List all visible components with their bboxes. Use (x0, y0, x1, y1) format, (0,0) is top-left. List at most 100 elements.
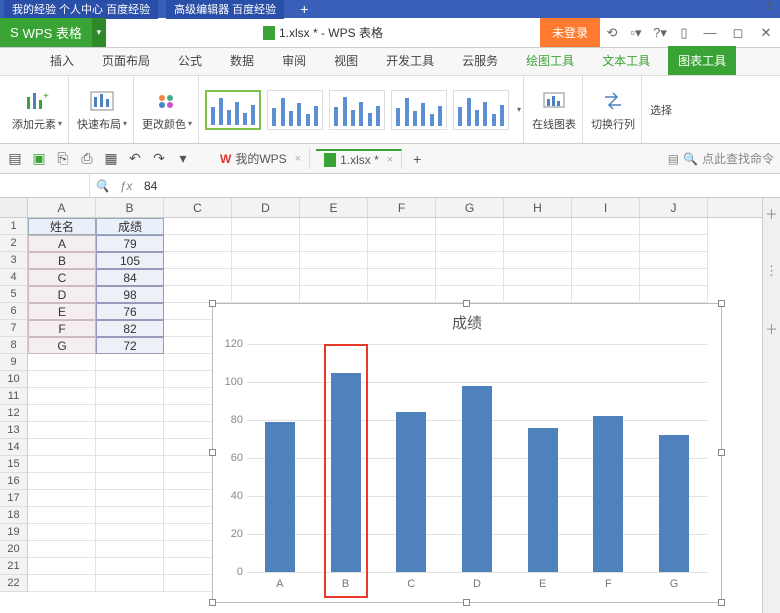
row-header[interactable]: 9 (0, 354, 28, 371)
cell[interactable] (28, 473, 96, 490)
search-icon[interactable]: 🔍 (683, 152, 698, 166)
row-header[interactable]: 20 (0, 541, 28, 558)
row-header[interactable]: 8 (0, 337, 28, 354)
ribbon-tab[interactable]: 云服务 (452, 46, 508, 75)
cell[interactable] (28, 371, 96, 388)
redo-icon[interactable]: ↷ (150, 150, 168, 167)
cell[interactable] (28, 524, 96, 541)
new-tab-button[interactable]: + (408, 151, 426, 167)
cell[interactable] (436, 235, 504, 252)
row-header[interactable]: 11 (0, 388, 28, 405)
cell[interactable] (96, 422, 164, 439)
cell[interactable]: C (28, 269, 96, 286)
undo-icon[interactable]: ↶ (126, 150, 144, 167)
cell[interactable] (164, 218, 232, 235)
cell[interactable] (96, 371, 164, 388)
cell[interactable]: 76 (96, 303, 164, 320)
cell[interactable] (28, 490, 96, 507)
maximize-button[interactable]: ◻ (724, 25, 752, 41)
column-header[interactable]: E (300, 198, 368, 217)
row-header[interactable]: 16 (0, 473, 28, 490)
cell[interactable]: 82 (96, 320, 164, 337)
row-header[interactable]: 15 (0, 456, 28, 473)
row-header[interactable]: 12 (0, 405, 28, 422)
column-header[interactable]: J (640, 198, 708, 217)
close-icon[interactable]: × (295, 153, 301, 165)
fx-label[interactable]: ƒx (114, 179, 138, 193)
column-header[interactable]: G (436, 198, 504, 217)
ribbon-tab[interactable]: 页面布局 (92, 46, 160, 75)
cell[interactable] (28, 354, 96, 371)
row-header[interactable]: 18 (0, 507, 28, 524)
cell[interactable] (368, 235, 436, 252)
cell[interactable] (164, 235, 232, 252)
cell[interactable] (232, 252, 300, 269)
gallery-more-button[interactable]: ▾ (515, 76, 524, 143)
resize-handle[interactable] (209, 599, 216, 606)
list-icon[interactable]: ▤ (668, 152, 679, 166)
cell[interactable] (368, 252, 436, 269)
ribbon-tab[interactable]: 公式 (168, 46, 212, 75)
cell[interactable] (96, 439, 164, 456)
cell[interactable] (232, 286, 300, 303)
cell[interactable]: 105 (96, 252, 164, 269)
cell[interactable]: D (28, 286, 96, 303)
chart-title[interactable]: 成绩 (213, 304, 721, 341)
cell[interactable] (368, 286, 436, 303)
column-header[interactable]: B (96, 198, 164, 217)
ribbon-tab[interactable]: 图表工具 (668, 46, 736, 75)
row-header[interactable]: 10 (0, 371, 28, 388)
resize-handle[interactable] (209, 449, 216, 456)
cell[interactable] (300, 252, 368, 269)
login-button[interactable]: 未登录 (540, 18, 600, 47)
cell[interactable]: 84 (96, 269, 164, 286)
panel-handle-icon[interactable]: ⋮ (765, 263, 778, 279)
chart-bar[interactable]: D (462, 386, 492, 572)
column-header[interactable]: H (504, 198, 572, 217)
cell[interactable] (368, 269, 436, 286)
menu-icon[interactable]: ▤ (6, 150, 24, 167)
row-header[interactable]: 5 (0, 286, 28, 303)
cell[interactable] (504, 218, 572, 235)
cell[interactable] (164, 252, 232, 269)
cell[interactable] (572, 286, 640, 303)
cell[interactable]: 72 (96, 337, 164, 354)
cell[interactable] (96, 507, 164, 524)
cell[interactable] (300, 269, 368, 286)
cell[interactable] (28, 575, 96, 592)
add-element-button[interactable]: + 添加元素▾ (6, 76, 69, 143)
file-tab-mywps[interactable]: W 我的WPS × (212, 148, 310, 169)
row-header[interactable]: 6 (0, 303, 28, 320)
cell[interactable] (96, 354, 164, 371)
name-box[interactable] (0, 174, 90, 197)
chart-bar[interactable]: B (331, 373, 361, 573)
cell[interactable] (28, 422, 96, 439)
ribbon-tab[interactable]: 审阅 (272, 46, 316, 75)
app-menu-caret[interactable]: ▾ (92, 18, 106, 47)
chart-bar[interactable]: F (593, 416, 623, 572)
row-header[interactable]: 13 (0, 422, 28, 439)
cell[interactable] (640, 269, 708, 286)
row-header[interactable]: 1 (0, 218, 28, 235)
cell[interactable] (640, 286, 708, 303)
cell[interactable]: A (28, 235, 96, 252)
search-command-input[interactable]: 点此查找命令 (702, 150, 774, 167)
cell[interactable] (164, 269, 232, 286)
chart-style-thumb[interactable] (329, 90, 385, 130)
ribbon-toggle-icon[interactable]: ▯ (672, 25, 696, 41)
cell[interactable] (96, 575, 164, 592)
cell[interactable] (504, 269, 572, 286)
cell[interactable] (504, 252, 572, 269)
skin-icon[interactable]: ▫▾ (624, 25, 648, 41)
cell[interactable] (28, 558, 96, 575)
column-header[interactable]: C (164, 198, 232, 217)
cell[interactable] (504, 286, 572, 303)
cell[interactable] (436, 252, 504, 269)
close-button[interactable]: ✕ (752, 25, 780, 41)
cell[interactable] (640, 252, 708, 269)
cell[interactable] (572, 252, 640, 269)
cell[interactable] (504, 235, 572, 252)
cell[interactable]: B (28, 252, 96, 269)
row-header[interactable]: 17 (0, 490, 28, 507)
cell[interactable] (232, 269, 300, 286)
